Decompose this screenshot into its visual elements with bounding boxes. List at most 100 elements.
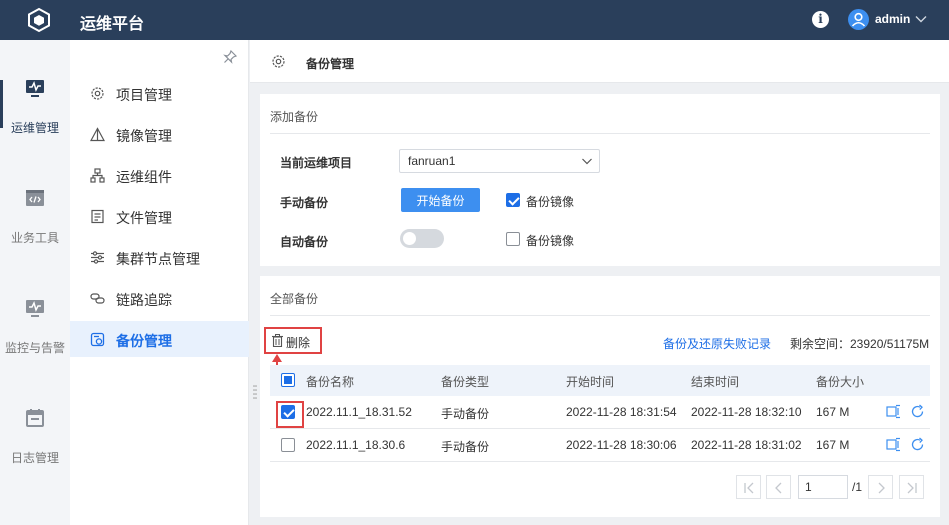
- cell-start: 2022-11-28 18:31:54: [566, 405, 677, 419]
- nav-item-label: 监控与告警: [4, 341, 65, 355]
- chevron-left-icon: [775, 482, 782, 494]
- top-bar: 运维平台 i admin: [0, 0, 949, 40]
- sliders-icon: [91, 251, 104, 264]
- monitor-alert-icon: [26, 300, 44, 317]
- remaining-space: 剩余空间：23920/51175M: [790, 337, 930, 351]
- code-window-icon: [26, 190, 44, 206]
- refresh-icon[interactable]: [910, 404, 925, 419]
- drag-handle-icon[interactable]: [253, 384, 257, 402]
- delete-button[interactable]: 删除: [264, 327, 322, 354]
- column-header: 备份名称: [306, 375, 355, 389]
- failure-records-link[interactable]: 备份及还原失败记录: [663, 335, 771, 352]
- gear-icon: [91, 87, 104, 100]
- submenu-item-label: 备份管理: [116, 333, 172, 349]
- prev-page-button[interactable]: [766, 475, 791, 499]
- column-header: 备份大小: [816, 375, 865, 389]
- submenu-item-components[interactable]: 运维组件: [70, 157, 249, 193]
- submenu-item-label: 镜像管理: [116, 128, 172, 144]
- checkbox-label: 备份镜像: [526, 195, 575, 209]
- submenu-item-label: 链路追踪: [116, 292, 172, 308]
- nav-item-logs[interactable]: 日志管理: [0, 370, 70, 480]
- app-title: 运维平台: [80, 16, 145, 33]
- submenu-item-projects[interactable]: 项目管理: [70, 75, 249, 111]
- username[interactable]: admin: [875, 12, 910, 26]
- table-row[interactable]: 2022.11.1_18.31.52 手动备份 2022-11-28 18:31…: [270, 396, 930, 429]
- nav-item-label: 运维管理: [10, 121, 59, 135]
- add-backup-panel: 添加备份 当前运维项目 fanruan1 手动备份 开始备份 备份镜像 自动备份…: [260, 94, 940, 266]
- checkbox-label: 备份镜像: [526, 234, 575, 248]
- start-backup-button[interactable]: 开始备份: [401, 188, 480, 212]
- submenu-item-label: 集群节点管理: [116, 251, 200, 267]
- cell-type: 手动备份: [441, 407, 490, 421]
- chevron-down-icon: [582, 158, 592, 165]
- triangle-icon: [90, 127, 105, 142]
- gear-icon: [272, 55, 285, 68]
- all-backups-panel: 全部备份 删除 备份及还原失败记录 剩余空间：23920/51175M 备份名称…: [260, 276, 940, 517]
- row-checkbox[interactable]: [281, 438, 295, 452]
- submenu-item-files[interactable]: 文件管理: [70, 198, 249, 234]
- divider: [270, 133, 930, 134]
- submenu-item-backup[interactable]: 备份管理: [70, 321, 249, 357]
- refresh-icon[interactable]: [910, 437, 925, 452]
- document-icon: [91, 209, 104, 224]
- delete-label: 删除: [286, 336, 311, 350]
- manual-backup-image-checkbox[interactable]: [506, 193, 520, 207]
- nav-item-label: 业务工具: [10, 231, 59, 245]
- column-header: 备份类型: [441, 375, 490, 389]
- first-page-icon: [744, 482, 754, 494]
- pin-icon[interactable]: [222, 49, 238, 65]
- row-checkbox[interactable]: [281, 405, 295, 419]
- monitor-icon: [26, 80, 44, 97]
- user-icon: [851, 12, 866, 27]
- submenu-item-label: 项目管理: [116, 87, 172, 103]
- submenu: 项目管理 镜像管理 运维组件 文件管理 集群节点管理 链路追踪 备份管理: [70, 40, 249, 525]
- cell-size: 167 M: [816, 405, 850, 419]
- cell-type: 手动备份: [441, 440, 490, 454]
- page-number-input[interactable]: [798, 475, 848, 499]
- next-page-button[interactable]: [868, 475, 893, 499]
- nav-item-ops[interactable]: 运维管理: [0, 40, 70, 150]
- first-page-button[interactable]: [736, 475, 761, 499]
- avatar[interactable]: [848, 9, 869, 30]
- submenu-item-label: 运维组件: [116, 169, 172, 185]
- info-icon[interactable]: i: [812, 11, 829, 28]
- nav-item-label: 日志管理: [10, 451, 59, 465]
- nav-item-monitor-alert[interactable]: 监控与告警: [0, 260, 70, 370]
- last-page-icon: [907, 482, 917, 494]
- table-row[interactable]: 2022.11.1_18.30.6 手动备份 2022-11-28 18:30:…: [270, 429, 930, 462]
- cell-name: 2022.11.1_18.31.52: [306, 405, 412, 419]
- project-select-value: fanruan1: [408, 154, 456, 168]
- cell-end: 2022-11-28 18:31:02: [691, 438, 802, 452]
- cell-size: 167 M: [816, 438, 850, 452]
- last-page-button[interactable]: [899, 475, 924, 499]
- page-title: 备份管理: [306, 57, 355, 71]
- column-header: 结束时间: [691, 375, 740, 389]
- nav-item-biz-tools[interactable]: 业务工具: [0, 150, 70, 260]
- section-title: 添加备份: [270, 110, 319, 124]
- auto-backup-toggle[interactable]: [400, 229, 444, 248]
- project-select[interactable]: fanruan1: [399, 149, 600, 173]
- cell-start: 2022-11-28 18:30:06: [566, 438, 677, 452]
- backup-icon: [90, 332, 105, 347]
- left-nav: 运维管理 业务工具 监控与告警 日志管理: [0, 40, 70, 525]
- breadcrumb: 备份管理: [250, 40, 949, 83]
- submenu-item-cluster-nodes[interactable]: 集群节点管理: [70, 239, 249, 275]
- calendar-icon: [26, 409, 44, 427]
- submenu-item-tracing[interactable]: 链路追踪: [70, 280, 249, 316]
- select-all-checkbox[interactable]: [281, 373, 295, 387]
- annotation-arrowhead: [272, 354, 282, 362]
- auto-backup-label: 自动备份: [280, 235, 329, 249]
- hierarchy-icon: [90, 168, 105, 183]
- chevron-down-icon[interactable]: [914, 12, 928, 26]
- auto-backup-image-checkbox[interactable]: [506, 232, 520, 246]
- restore-icon[interactable]: [886, 404, 901, 419]
- logo-cube-icon: [28, 7, 50, 33]
- submenu-item-images[interactable]: 镜像管理: [70, 116, 249, 152]
- divider: [270, 315, 930, 316]
- column-header: 开始时间: [566, 375, 615, 389]
- manual-backup-label: 手动备份: [280, 196, 329, 210]
- cell-end: 2022-11-28 18:32:10: [691, 405, 802, 419]
- cell-name: 2022.11.1_18.30.6: [306, 438, 406, 452]
- table-header: 备份名称 备份类型 开始时间 结束时间 备份大小: [270, 365, 930, 396]
- restore-icon[interactable]: [886, 437, 901, 452]
